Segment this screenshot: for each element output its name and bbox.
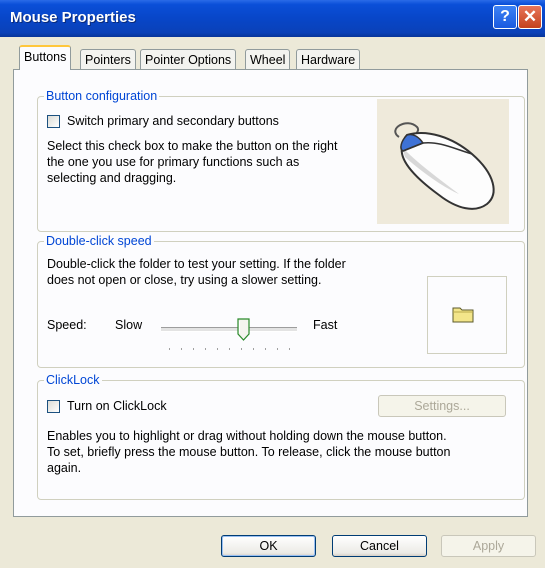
clicklock-description-line-2: To set, briefly press the mouse button. … [47, 445, 451, 459]
button-configuration-legend: Button configuration [44, 89, 160, 103]
slider-tick [181, 348, 182, 350]
tab-pointer-options[interactable]: Pointer Options [140, 49, 237, 69]
clicklock-checkbox[interactable] [47, 400, 60, 413]
slider-tick [253, 348, 254, 350]
switch-buttons-checkbox[interactable] [47, 115, 60, 128]
folder-icon[interactable] [452, 305, 474, 323]
tab-hardware[interactable]: Hardware [296, 49, 361, 69]
test-folder-area[interactable] [427, 276, 507, 354]
clicklock-label: Turn on ClickLock [67, 399, 167, 413]
clicklock-legend: ClickLock [44, 373, 102, 387]
switch-buttons-label: Switch primary and secondary buttons [67, 114, 279, 128]
fast-label: Fast [313, 318, 338, 332]
slider-tick [241, 348, 242, 350]
slider-tick [265, 348, 266, 350]
help-button[interactable]: ? [493, 5, 517, 29]
apply-button[interactable]: Apply [441, 535, 536, 557]
clicklock-description-line-3: again. [47, 461, 82, 475]
double-click-speed-legend: Double-click speed [44, 234, 154, 248]
slider-tick [169, 348, 170, 350]
double-click-speed-slider[interactable] [161, 327, 297, 332]
slider-tick [193, 348, 194, 350]
cancel-button[interactable]: Cancel [332, 535, 427, 557]
tab-pointers[interactable]: Pointers [80, 49, 136, 69]
button-config-description-line-3: selecting and dragging. [47, 171, 177, 185]
slider-tick [289, 348, 290, 350]
ok-button[interactable]: OK [221, 535, 316, 557]
mouse-icon [394, 122, 495, 210]
mouse-illustration [377, 99, 509, 224]
mouse-properties-window: Mouse Properties ? ✕ Buttons Pointers Po… [0, 0, 545, 568]
double-click-description-line-2: does not open or close, try using a slow… [47, 273, 322, 287]
title-bar[interactable]: Mouse Properties ? ✕ [0, 0, 545, 37]
close-button[interactable]: ✕ [518, 5, 542, 29]
slow-label: Slow [115, 318, 143, 332]
window-title: Mouse Properties [10, 9, 136, 26]
slider-tick [229, 348, 230, 350]
slider-tick [217, 348, 218, 350]
slider-tick [205, 348, 206, 350]
clicklock-description-line-1: Enables you to highlight or drag without… [47, 429, 447, 443]
speed-label: Speed: [47, 318, 87, 332]
slider-tick [277, 348, 278, 350]
tab-wheel[interactable]: Wheel [245, 49, 291, 69]
button-config-description-line-2: the one you use for primary functions su… [47, 155, 300, 169]
double-click-description-line-1: Double-click the folder to test your set… [47, 257, 346, 271]
slider-thumb[interactable] [237, 318, 250, 342]
tab-buttons[interactable]: Buttons [19, 45, 72, 70]
button-config-description-line-1: Select this check box to make the button… [47, 139, 338, 153]
clicklock-settings-button[interactable]: Settings... [378, 395, 506, 417]
